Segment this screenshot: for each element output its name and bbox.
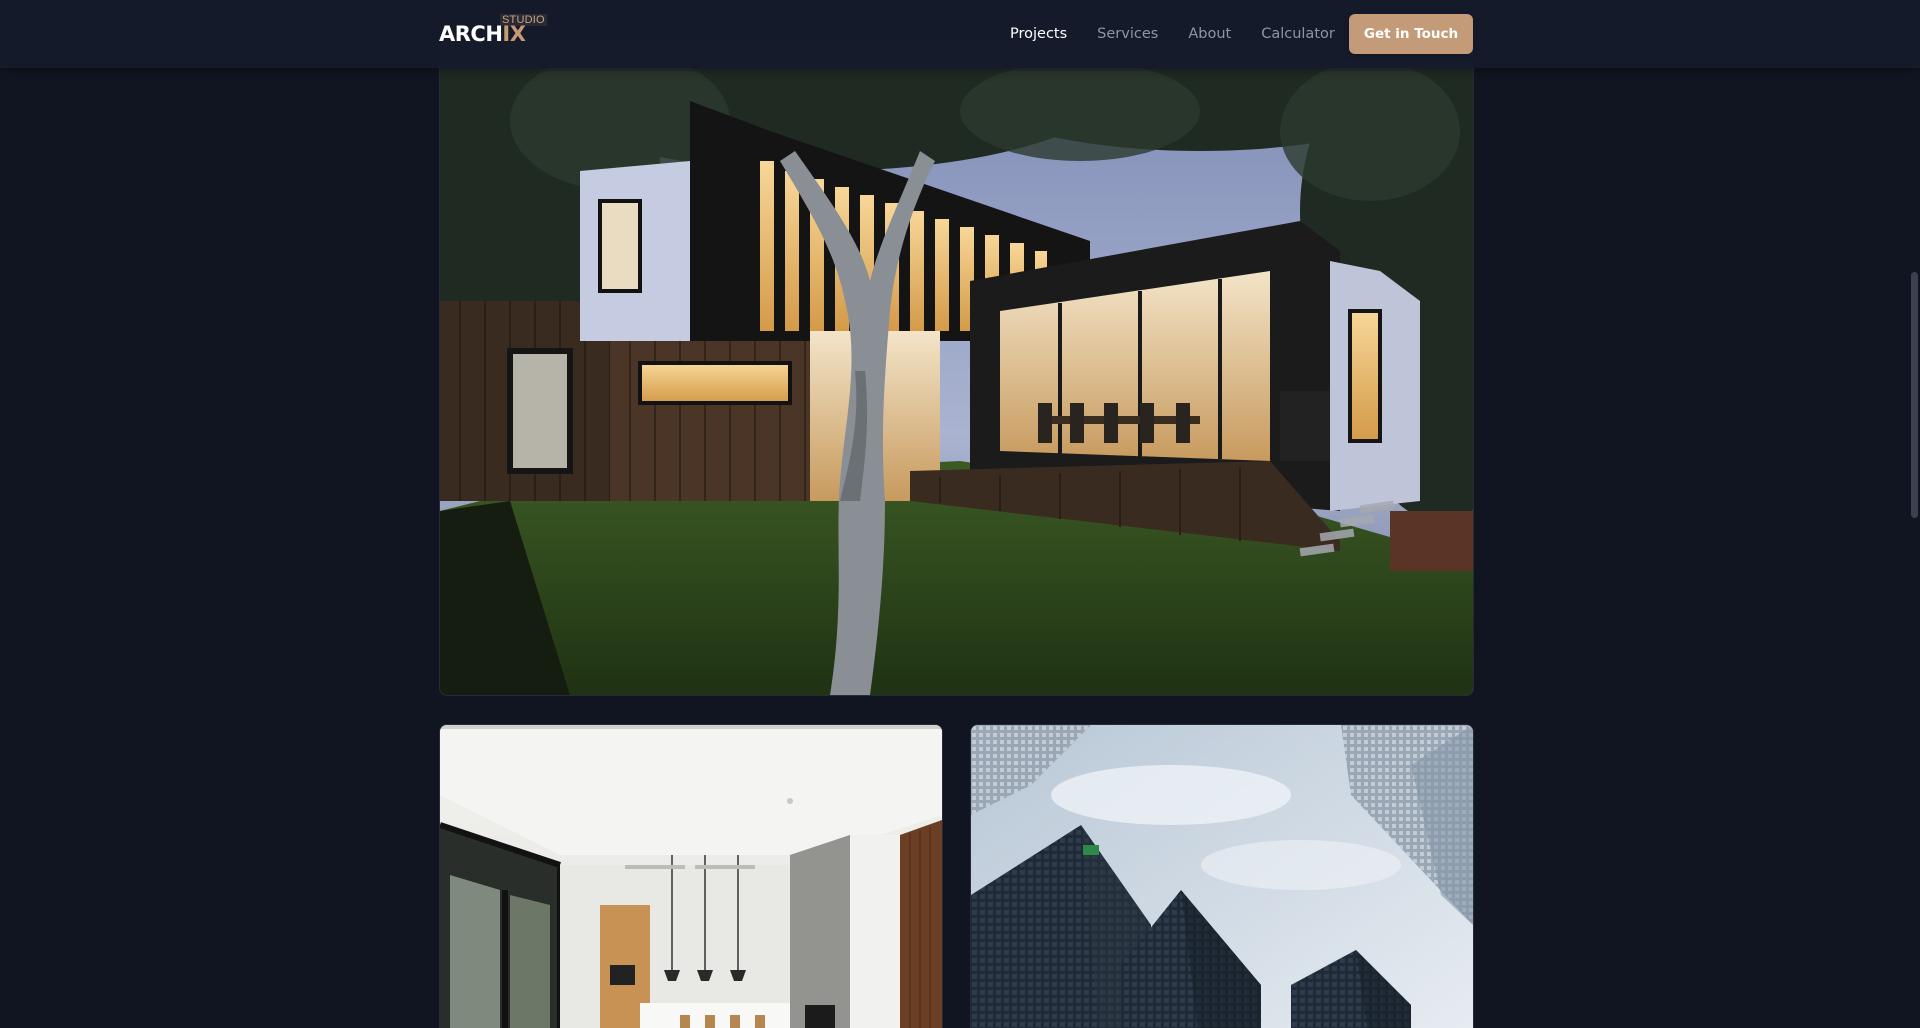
skyscrapers-photo (971, 725, 1473, 1028)
page: ARCHIX STUDIO Projects Services About Ca… (0, 0, 1920, 1028)
site-header: ARCHIX STUDIO Projects Services About Ca… (0, 0, 1920, 68)
project-card-commercial[interactable] (970, 724, 1474, 1028)
nav-link-projects[interactable]: Projects (1010, 26, 1067, 42)
get-in-touch-button[interactable]: Get in Touch (1349, 14, 1473, 54)
nav-link-calculator[interactable]: Calculator (1261, 26, 1335, 42)
main-nav: Projects Services About Calculator (1010, 0, 1365, 68)
scrollbar-thumb[interactable] (1911, 272, 1918, 518)
scrollbar[interactable] (1908, 0, 1920, 1028)
logo-subtitle: STUDIO (500, 14, 547, 26)
nav-link-services[interactable]: Services (1097, 26, 1158, 42)
logo[interactable]: ARCHIX STUDIO (439, 12, 549, 56)
project-card-featured[interactable] (439, 40, 1474, 696)
modern-house-photo (440, 41, 1473, 695)
interior-kitchen-photo (440, 725, 942, 1028)
nav-link-about[interactable]: About (1188, 26, 1231, 42)
project-card-interior[interactable] (439, 724, 943, 1028)
